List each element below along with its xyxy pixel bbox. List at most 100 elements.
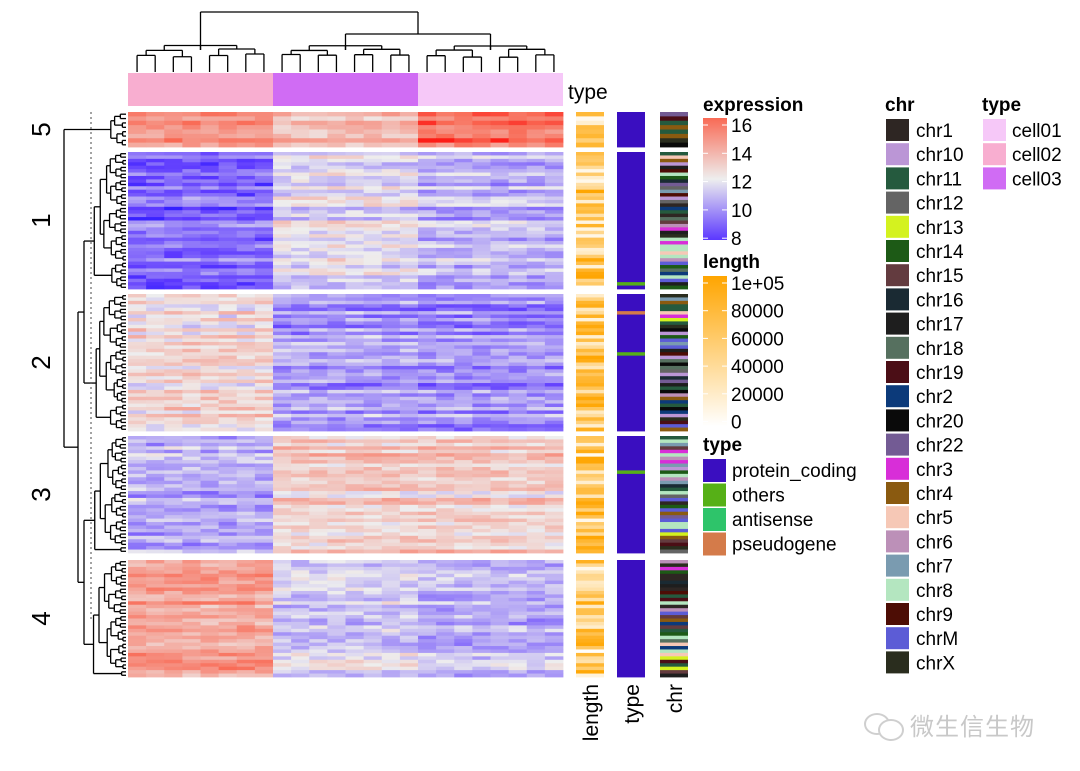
type-annotation-cell xyxy=(617,199,645,204)
heatmap-cell xyxy=(526,424,546,428)
heatmap-cell xyxy=(399,407,419,411)
heatmap-cell xyxy=(544,196,564,201)
heatmap-cell xyxy=(363,376,383,381)
heatmap-cell xyxy=(508,424,528,428)
column-annotation-bar xyxy=(128,73,563,106)
heatmap-cell xyxy=(182,265,201,269)
legend-label-cell02: cell02 xyxy=(1012,145,1062,166)
heatmap-cell xyxy=(508,142,528,148)
heatmap-cell xyxy=(436,311,455,315)
heatmap-cell xyxy=(128,186,147,191)
heatmap-cell xyxy=(291,335,310,339)
heatmap-cell xyxy=(291,473,310,478)
heatmap-cell xyxy=(146,162,165,167)
heatmap-cell xyxy=(164,587,183,592)
heatmap-cell xyxy=(273,442,292,447)
heatmap-cell xyxy=(218,230,238,235)
heatmap-cell xyxy=(381,528,401,533)
heatmap-cell xyxy=(236,646,256,650)
heatmap-cell xyxy=(418,142,437,148)
length-annotation-cell xyxy=(576,673,604,678)
chr-annotation-cell xyxy=(660,359,688,363)
heatmap-cell xyxy=(182,175,201,180)
heatmap-cell xyxy=(218,393,238,398)
heatmap-cell xyxy=(291,341,310,346)
heatmap-cell xyxy=(544,271,564,276)
heatmap-cell xyxy=(345,621,365,626)
length-annotation-cell xyxy=(576,497,604,502)
heatmap-cell xyxy=(363,189,383,194)
heatmap-cell xyxy=(345,604,365,609)
heatmap-cell xyxy=(128,172,147,177)
type-annotation-cell xyxy=(617,618,645,623)
heatmap-cell xyxy=(418,213,437,218)
heatmap-cell xyxy=(345,525,365,530)
heatmap-cell xyxy=(273,560,292,564)
heatmap-cell xyxy=(436,237,455,242)
heatmap-cell xyxy=(200,317,220,322)
heatmap-cell xyxy=(327,223,346,228)
chr-annotation-cell xyxy=(660,463,688,468)
legend-swatch-chr7 xyxy=(886,554,909,577)
length-annotation-cell xyxy=(576,165,604,170)
length-annotation-cell xyxy=(576,162,604,167)
chr-annotation-cell xyxy=(660,525,688,530)
heatmap-cell xyxy=(399,484,419,489)
heatmap-cell xyxy=(146,546,165,550)
heatmap-cell xyxy=(418,625,437,630)
heatmap-cell xyxy=(218,420,238,425)
heatmap-cell xyxy=(472,611,491,616)
heatmap-cell xyxy=(218,539,238,544)
heatmap-cell xyxy=(472,223,491,228)
heatmap-cell xyxy=(472,261,491,266)
heatmap-cell xyxy=(345,573,365,578)
heatmap-cell xyxy=(508,659,528,664)
type-annotation-cell xyxy=(617,234,645,239)
heatmap-cell xyxy=(164,294,183,298)
heatmap-cell xyxy=(327,549,346,554)
heatmap-cell xyxy=(182,152,201,156)
heatmap-cell xyxy=(254,663,274,668)
heatmap-cell xyxy=(218,427,238,432)
heatmap-cell xyxy=(309,436,328,440)
heatmap-cell xyxy=(236,317,256,322)
heatmap-cell xyxy=(472,424,491,428)
heatmap-cell xyxy=(309,573,328,578)
heatmap-cell xyxy=(273,182,292,187)
heatmap-cell xyxy=(544,261,564,266)
heatmap-cell xyxy=(436,324,455,329)
heatmap-cell xyxy=(363,213,383,218)
heatmap-cell xyxy=(490,162,510,167)
heatmap-cell xyxy=(490,546,510,550)
heatmap-cell xyxy=(526,515,546,519)
heatmap-cell xyxy=(254,217,274,221)
heatmap-cell xyxy=(526,265,546,269)
heatmap-cell xyxy=(508,116,528,122)
heatmap-cell xyxy=(544,186,564,191)
heatmap-cell xyxy=(327,335,346,339)
heatmap-cell xyxy=(490,317,510,322)
heatmap-cell xyxy=(454,133,473,139)
heatmap-cell xyxy=(418,573,437,578)
heatmap-cell xyxy=(544,587,564,592)
heatmap-cell xyxy=(436,300,455,305)
heatmap-cell xyxy=(273,271,292,276)
heatmap-cell xyxy=(436,376,455,381)
heatmap-cell xyxy=(146,172,165,177)
heatmap-cell xyxy=(490,230,510,235)
heatmap-cell xyxy=(490,670,510,674)
heatmap-cell xyxy=(345,642,365,647)
heatmap-cell xyxy=(454,227,473,232)
heatmap-cell xyxy=(544,165,564,170)
legend-label-chr19: chr19 xyxy=(916,363,964,384)
heatmap-cell xyxy=(363,656,383,661)
heatmap-cell xyxy=(164,670,183,674)
chr-annotation-cell xyxy=(660,477,688,482)
heatmap-cell xyxy=(454,663,473,668)
heatmap-cell xyxy=(472,186,491,191)
heatmap-cell xyxy=(418,254,437,259)
heatmap-cell xyxy=(454,584,473,588)
heatmap-cell xyxy=(182,162,201,167)
heatmap-cell xyxy=(454,628,473,633)
heatmap-cell xyxy=(544,193,564,197)
